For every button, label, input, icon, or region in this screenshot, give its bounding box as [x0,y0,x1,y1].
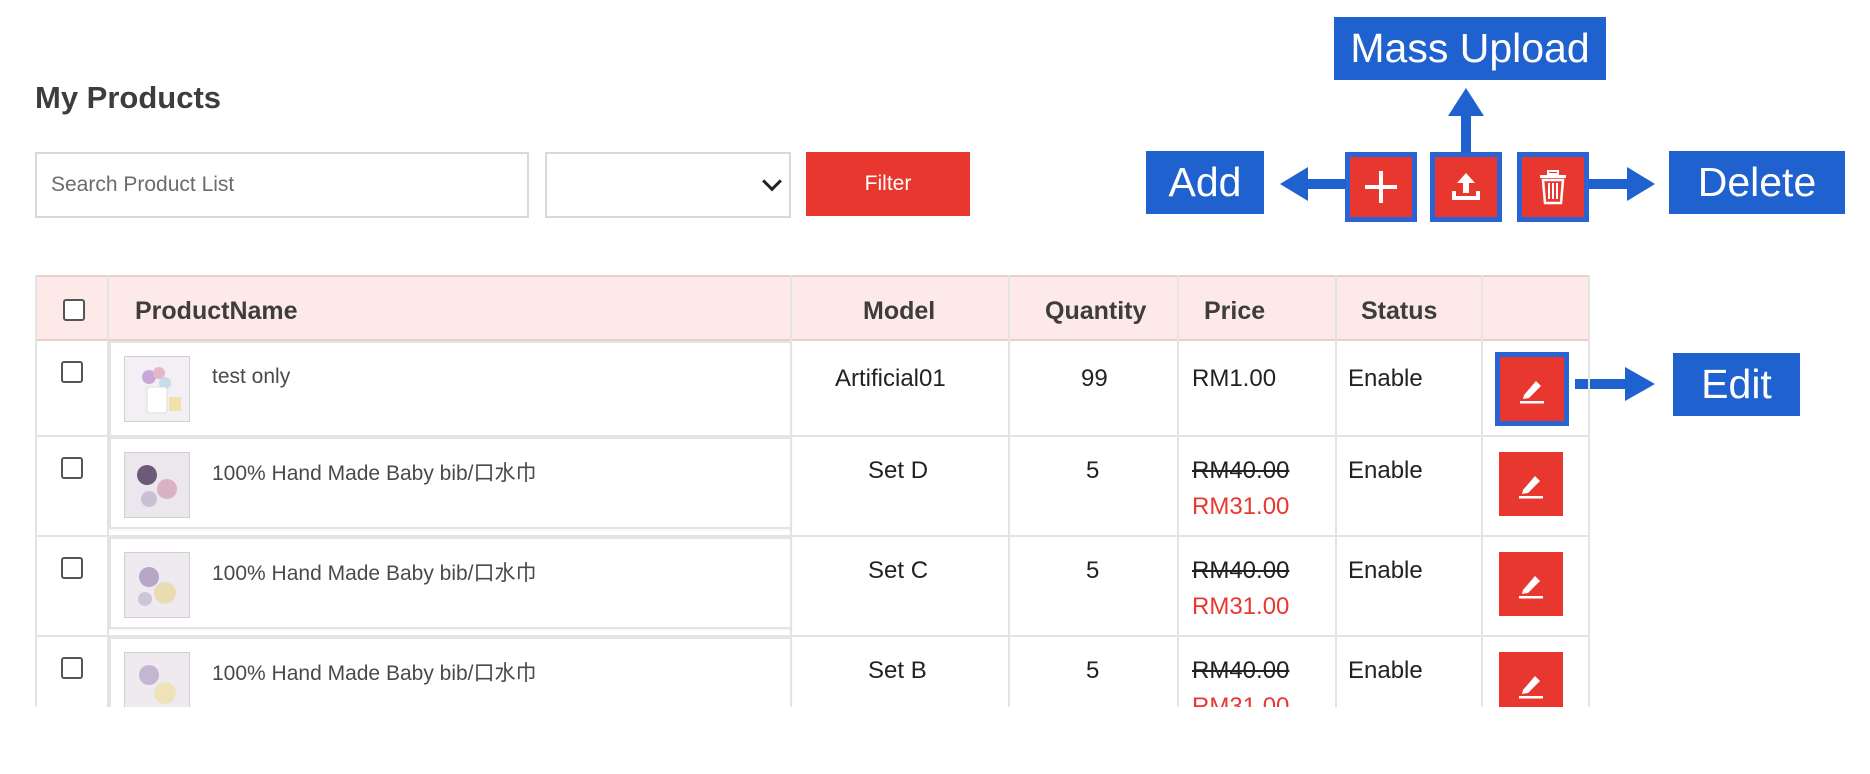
edit-button[interactable] [1495,352,1569,426]
column-header-quantity: Quantity [1045,297,1147,325]
product-thumbnail [124,452,190,518]
arrow-left-icon [1280,167,1346,201]
column-header-productname: ProductName [135,297,298,325]
model-value: Artificial01 [835,365,946,392]
mass-upload-button[interactable] [1430,152,1502,222]
status-value: Enable [1348,657,1423,684]
product-name[interactable]: test only [212,365,290,389]
product-name[interactable]: 100% Hand Made Baby bib/口水巾 [212,457,537,487]
table-header: ProductName Model Quantity Price Status [35,275,1590,341]
arrow-up-icon [1448,88,1484,152]
filter-button[interactable]: Filter [806,152,970,216]
quantity-value: 5 [1086,557,1100,584]
pencil-icon [1520,381,1544,404]
quantity-value: 5 [1086,457,1100,484]
status-value: Enable [1348,457,1423,484]
model-value: Set C [868,557,929,584]
row-checkbox[interactable] [61,657,83,679]
status-value: Enable [1348,557,1423,584]
product-thumbnail [124,552,190,618]
row-checkbox[interactable] [61,361,83,383]
pencil-icon [1519,676,1543,699]
edit-callout: Edit [1673,353,1800,416]
status-value: Enable [1348,365,1423,392]
product-name[interactable]: 100% Hand Made Baby bib/口水巾 [212,557,537,587]
table-row: 100% Hand Made Baby bib/口水巾 Set B 5 RM40… [35,637,1590,707]
mass-upload-callout: Mass Upload [1334,17,1606,80]
row-checkbox[interactable] [61,457,83,479]
pencil-icon [1519,476,1543,499]
chevron-down-icon [762,171,782,192]
delete-button[interactable] [1517,152,1589,222]
table-row: test only Artificial01 99 RM1.00 Enable [35,341,1590,437]
add-button[interactable] [1345,152,1417,222]
original-price: RM40.00 [1192,657,1290,684]
quantity-value: 5 [1086,657,1100,684]
product-thumbnail [124,356,190,422]
page-title: My Products [35,80,222,115]
product-thumbnail [124,652,190,707]
sale-price: RM31.00 [1192,693,1290,707]
model-value: Set D [868,457,929,484]
column-header-status: Status [1361,297,1438,325]
row-checkbox[interactable] [61,557,83,579]
quantity-value: 99 [1081,365,1108,392]
column-header-price: Price [1204,297,1266,325]
edit-button[interactable] [1499,652,1563,707]
model-value: Set B [868,657,927,684]
search-input[interactable] [35,152,529,218]
upload-icon [1452,173,1480,200]
product-name[interactable]: 100% Hand Made Baby bib/口水巾 [212,657,537,687]
original-price: RM40.00 [1192,557,1290,584]
edit-button[interactable] [1499,552,1563,616]
table-row: 100% Hand Made Baby bib/口水巾 Set D 5 RM40… [35,437,1590,535]
sale-price: RM31.00 [1192,593,1290,620]
edit-button[interactable] [1499,452,1563,516]
filter-select[interactable] [545,152,791,218]
plus-icon [1365,171,1397,203]
original-price: RM40.00 [1192,457,1290,484]
product-name-cell [109,341,792,437]
add-callout: Add [1146,151,1264,214]
delete-callout: Delete [1669,151,1845,214]
arrow-right-icon [1589,167,1655,201]
table-row: 100% Hand Made Baby bib/口水巾 Set C 5 RM40… [35,537,1590,635]
column-header-model: Model [863,297,936,325]
price-value: RM1.00 [1192,365,1277,392]
trash-icon [1540,170,1566,205]
pencil-icon [1519,576,1543,599]
select-all-checkbox[interactable] [63,299,85,321]
sale-price: RM31.00 [1192,493,1290,520]
